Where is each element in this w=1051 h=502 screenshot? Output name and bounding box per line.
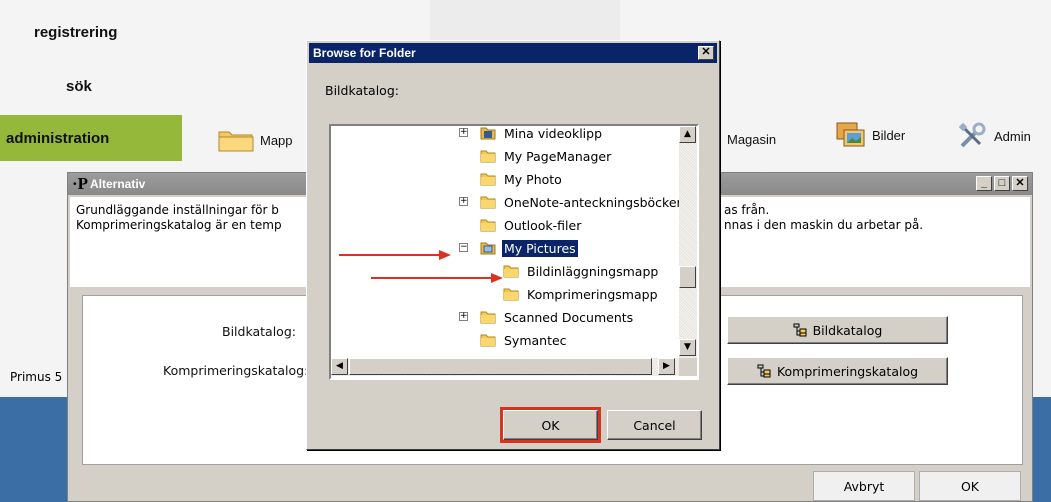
folder-icon [218,131,254,152]
folder-icon [480,311,496,324]
komprimering-button[interactable]: Komprimeringskatalog [727,357,948,385]
scroll-down-button[interactable]: ▼ [679,339,696,356]
tree-item-label: OneNote-anteckningsböcker [504,194,679,210]
minimize-button[interactable]: _ [976,176,992,191]
arrow-to-my-pictures [339,250,451,260]
folder-tree-icon [793,323,807,337]
nav-administration[interactable]: administration [0,115,182,161]
bildkatalog-button[interactable]: Bildkatalog [727,316,948,344]
tree-item[interactable]: Symantec [480,329,569,351]
toolbar-admin[interactable]: Admin [958,122,1031,150]
horizontal-scrollbar[interactable]: ◀ ▶ [331,358,679,376]
nav-registrering[interactable]: registrering [34,24,117,41]
scroll-h-thumb[interactable] [349,358,652,375]
dialog-titlebar: Browse for Folder ✕ [309,43,717,63]
dialog-cancel-button[interactable]: Cancel [607,410,702,440]
dialog-label: Bildkatalog: [325,83,399,98]
tree-item[interactable]: My Photo [480,168,564,190]
primus-logo-icon: ·P [72,174,89,193]
scroll-up-button[interactable]: ▲ [679,126,696,143]
folder-icon [480,334,496,347]
folder-icon [503,288,519,301]
expand-icon[interactable]: + [459,197,468,206]
dialog-ok-button[interactable]: OK [500,407,601,443]
tree-item-label: My PageManager [504,148,612,164]
description-line-1-right: as från. [724,203,770,217]
expand-icon[interactable]: + [459,128,468,137]
tree-item[interactable]: Bildinläggningsmapp [503,260,660,282]
scroll-left-button[interactable]: ◀ [331,358,348,375]
video-folder-icon [480,127,496,140]
cancel-button[interactable]: Avbryt [813,471,915,501]
toolbar-bilder[interactable]: Bilder [836,122,905,148]
komprimering-label: Komprimeringskatalog: [163,363,309,378]
tree-item-label: Scanned Documents [504,309,634,325]
alternativ-title: Alternativ [90,177,146,191]
vertical-scrollbar[interactable]: ▲ ▼ [679,126,697,358]
tools-icon [958,122,986,148]
ok-button[interactable]: OK [919,471,1021,501]
dialog-close-button[interactable]: ✕ [698,46,714,60]
description-line-2-right: nnas i den maskin du arbetar på. [724,218,924,232]
folder-icon [480,219,496,232]
bildkatalog-label: Bildkatalog: [222,324,296,339]
expand-icon[interactable]: + [459,312,468,321]
tree-item-label: Komprimeringsmapp [527,286,658,302]
folder-icon [480,196,496,209]
tree-item-label: Bildinläggningsmapp [527,263,659,279]
folder-tree-icon [757,364,771,378]
arrow-to-bildinlaggningsmapp [371,273,503,283]
tree-item-label: Mina videoklipp [504,126,603,141]
pictures-icon [836,122,865,147]
dialog-title: Browse for Folder [313,46,416,60]
annotation-arrows [339,250,503,283]
status-primus: Primus 5 [10,370,63,384]
toolbar-magasin[interactable]: Magasin [727,132,776,147]
tree-item-label: My Photo [504,171,562,187]
toolbar-mapp[interactable]: Mapp [218,128,293,152]
scroll-thumb[interactable] [679,266,696,288]
tree-item[interactable]: + OneNote-anteckningsböcker [459,191,679,213]
nav-sok[interactable]: sök [66,78,92,95]
scroll-right-button[interactable]: ▶ [658,358,675,375]
tree-item[interactable]: + Scanned Documents [459,306,635,328]
tree-item[interactable]: + Mina videoklipp [459,126,604,144]
tree-item[interactable]: Outlook-filer [480,214,583,236]
tree-item-label: Outlook-filer [504,217,582,233]
close-button[interactable]: ✕ [1012,176,1028,191]
folder-icon [480,150,496,163]
tree-item-label: Symantec [504,332,567,348]
tree-item[interactable]: My PageManager [480,145,613,167]
tree-item[interactable]: Komprimeringsmapp [503,283,660,305]
scrollbar-corner [679,358,697,376]
folder-icon [480,173,496,186]
maximize-button[interactable]: □ [994,176,1010,191]
